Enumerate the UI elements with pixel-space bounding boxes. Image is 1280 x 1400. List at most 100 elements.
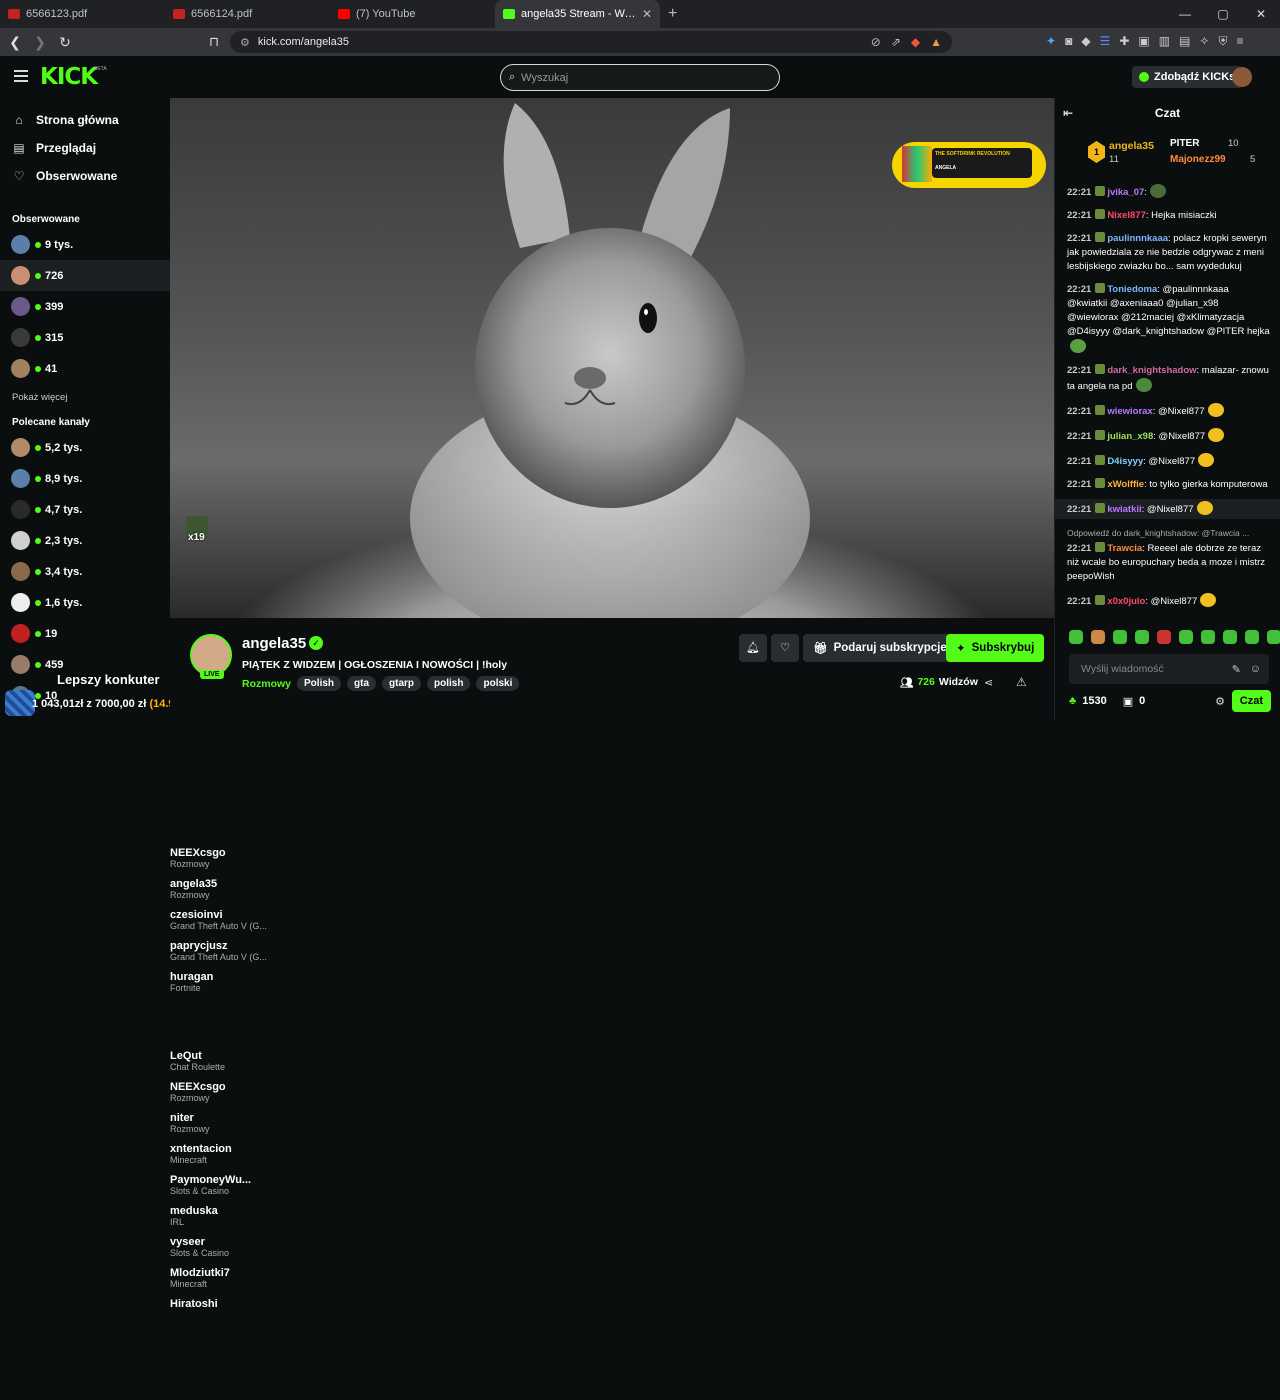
browser-tab-4[interactable]: angela35 Stream - Watch Live✕ bbox=[495, 0, 660, 28]
vpn-icon[interactable]: ⛨ bbox=[1218, 34, 1227, 49]
tag[interactable]: Polish bbox=[297, 676, 342, 691]
sidebar-channel[interactable]: NEEXcsgo Rozmowy 9 tys. bbox=[0, 229, 1054, 949]
message-user[interactable]: Nixel877 bbox=[1107, 210, 1146, 221]
extension-icon[interactable]: ☰ bbox=[1100, 34, 1111, 49]
message-user[interactable]: dark_knightshadow bbox=[1107, 365, 1196, 376]
chat-input[interactable]: Wyślij wiadomość ✎ ☺ bbox=[1069, 654, 1269, 684]
chat-message[interactable]: 22:21 Trawcia: Reeeel ale dobrze ze teraz… bbox=[1055, 540, 1280, 586]
browser-tab-2[interactable]: 6566124.pdf bbox=[165, 0, 330, 28]
sidebar-item-following[interactable]: ♡ Obserwowane bbox=[0, 162, 170, 190]
sidebar-channel[interactable]: vyseer Slots & Casino 19 bbox=[0, 618, 1054, 1338]
hamburger-menu-icon[interactable] bbox=[14, 70, 28, 82]
emoji-icon[interactable]: ☺ bbox=[1250, 663, 1261, 675]
show-more-link[interactable]: Pokaż więcej bbox=[0, 392, 170, 403]
site-info-icon[interactable]: ⚙ bbox=[240, 36, 250, 49]
tag[interactable]: polski bbox=[476, 676, 520, 691]
forward-icon[interactable]: ❯ bbox=[30, 34, 50, 51]
chat-message[interactable]: 22:21 wiewiorax: @Nixel877 bbox=[1055, 401, 1280, 421]
tag[interactable]: polish bbox=[427, 676, 471, 691]
menu-icon[interactable]: ≡ bbox=[1236, 34, 1243, 49]
sidebar-channel[interactable]: xntentacion Minecraft 2,3 tys. bbox=[0, 525, 1054, 1245]
share-icon[interactable]: ⇗ bbox=[891, 35, 901, 49]
user-avatar[interactable] bbox=[1232, 67, 1252, 87]
sidebar-channel[interactable]: NEEXcsgo Rozmowy 8,9 tys. bbox=[0, 463, 1054, 1183]
browser-tab-1[interactable]: 6566123.pdf bbox=[0, 0, 165, 28]
message-user[interactable]: wiewiorax bbox=[1107, 406, 1152, 417]
translate-icon[interactable]: ✎ bbox=[1232, 663, 1241, 676]
sidebar-channel[interactable]: meduska IRL 1,6 tys. bbox=[0, 587, 1054, 1307]
maximize-icon[interactable]: ▢ bbox=[1204, 0, 1242, 28]
emote-icon[interactable] bbox=[1267, 630, 1280, 644]
points-value[interactable]: 1530 bbox=[1082, 695, 1106, 707]
emote-icon[interactable] bbox=[1179, 630, 1193, 644]
chat-message[interactable]: 22:21 paulinnnkaaa: polacz kropki seweryn… bbox=[1055, 230, 1280, 276]
message-user[interactable]: kwiatkii bbox=[1107, 504, 1141, 515]
bookmark-icon[interactable]: ⊓ bbox=[209, 34, 219, 50]
emote-icon[interactable] bbox=[1069, 630, 1083, 644]
extension-icon[interactable]: ◙ bbox=[1065, 34, 1072, 49]
chat-message[interactable]: 22:21 kwiatkii: @Nixel877 bbox=[1055, 499, 1280, 519]
follow-button[interactable]: ♡ bbox=[771, 634, 799, 662]
chat-message[interactable]: 22:21xWolffie: czego tu gratulowac bbox=[1055, 616, 1280, 618]
browser-tab-3[interactable]: (7) YouTube bbox=[330, 0, 495, 28]
emote-icon[interactable] bbox=[1157, 630, 1171, 644]
third-name[interactable]: Majonezz99 bbox=[1170, 154, 1226, 165]
minimize-icon[interactable]: — bbox=[1166, 0, 1204, 28]
sidebar-channel[interactable]: paprycjusz Grand Theft Auto V (G... 315 bbox=[0, 322, 1054, 1042]
tag[interactable]: gtarp bbox=[382, 676, 422, 691]
sidebar-channel[interactable]: huragan Fortnite 41 bbox=[0, 353, 1054, 1073]
back-icon[interactable]: ❮ bbox=[5, 34, 25, 51]
sidebar-item-browse[interactable]: ▤ Przeglądaj bbox=[0, 134, 170, 162]
message-user[interactable]: x0x0julo bbox=[1107, 596, 1145, 607]
message-user[interactable]: jvika_07 bbox=[1107, 187, 1144, 198]
chat-message[interactable]: 22:21 jvika_07: bbox=[1055, 182, 1280, 202]
chat-message[interactable]: 22:21 xWolffie: to tylko gierka komputero… bbox=[1055, 476, 1280, 494]
sidebar-channel[interactable]: angela35 Rozmowy 726 bbox=[0, 260, 1054, 980]
chat-message[interactable]: 22:21 Nixel877: Hejka misiaczki bbox=[1055, 207, 1280, 225]
extension-icon[interactable]: ▣ bbox=[1138, 34, 1149, 49]
ai-icon[interactable]: ✧ bbox=[1199, 34, 1209, 49]
emote-icon[interactable] bbox=[1113, 630, 1127, 644]
address-bar[interactable]: ⚙ kick.com/angela35 ⊘ ⇗ ◆ ▲ bbox=[230, 31, 952, 53]
chat-message[interactable]: 22:21 julian_x98: @Nixel877 bbox=[1055, 426, 1280, 446]
sidebar-channel[interactable]: czesioinvi Grand Theft Auto V (G... 399 bbox=[0, 291, 1054, 1011]
sidebar-channel[interactable]: LeQut Chat Roulette 5,2 tys. bbox=[0, 432, 1054, 1152]
chat-message[interactable]: 22:21 Toniedoma: @paulinnnkaaa @kwiatkii … bbox=[1055, 281, 1280, 357]
new-tab-button[interactable]: + bbox=[668, 5, 677, 23]
chat-settings-icon[interactable]: ⚙ bbox=[1215, 695, 1225, 708]
video-player[interactable]: THE SOFTDRINK REVOLUTION ANGELA x19 bbox=[170, 98, 1054, 618]
message-user[interactable]: D4isyyy bbox=[1107, 456, 1143, 467]
sidebar-channel[interactable]: niter Rozmowy 4,7 tys. bbox=[0, 494, 1054, 1214]
leader-name[interactable]: angela35 bbox=[1109, 140, 1154, 152]
send-chat-button[interactable]: Czat bbox=[1231, 690, 1271, 712]
reload-icon[interactable]: ↻ bbox=[55, 34, 75, 51]
kick-logo[interactable]: KICK bbox=[40, 64, 98, 90]
category-link[interactable]: Rozmowy bbox=[242, 678, 291, 690]
message-user[interactable]: Toniedoma bbox=[1107, 284, 1157, 295]
emote-icon[interactable] bbox=[1223, 630, 1237, 644]
message-user[interactable]: xWolffie bbox=[1107, 479, 1144, 490]
chat-message[interactable]: 22:21 D4isyyy: @Nixel877 bbox=[1055, 451, 1280, 471]
report-icon[interactable]: ⚠ bbox=[1016, 675, 1027, 689]
extension-icon[interactable]: ✦ bbox=[1046, 34, 1056, 49]
get-kicks-button[interactable]: Zdobądź KICKs bbox=[1132, 66, 1243, 88]
tag[interactable]: gta bbox=[347, 676, 377, 691]
collapse-chat-icon[interactable]: ⇤ bbox=[1063, 106, 1073, 120]
sidebar-item-home[interactable]: ⌂ Strona główna bbox=[0, 106, 170, 134]
puzzle-icon[interactable]: ✚ bbox=[1119, 34, 1129, 49]
gifts-value[interactable]: 0 bbox=[1139, 695, 1145, 707]
sidebar-channel[interactable]: PaymoneyWu... Slots & Casino 3,4 tys. bbox=[0, 556, 1054, 1276]
subscribe-button[interactable]: ✦ Subskrybuj bbox=[946, 634, 1045, 662]
chat-message[interactable]: 22:21 dark_knightshadow: malazar- znowu t… bbox=[1055, 362, 1280, 396]
close-tab-icon[interactable]: ✕ bbox=[642, 7, 652, 21]
chat-message[interactable]: 22:21 x0x0julo: @Nixel877 bbox=[1055, 591, 1280, 611]
notification-bell-button[interactable]: 🔔︎ bbox=[739, 634, 767, 662]
sidebar-icon[interactable]: ▥ bbox=[1159, 34, 1170, 49]
message-user[interactable]: julian_x98 bbox=[1107, 431, 1153, 442]
second-name[interactable]: PITER bbox=[1170, 138, 1199, 149]
streamer-name[interactable]: angela35 bbox=[242, 635, 306, 652]
brave-shield-icon[interactable]: ◆ bbox=[911, 35, 920, 49]
gift-subscription-button[interactable]: 🎁︎ Podaruj subskrypcje bbox=[803, 634, 957, 662]
extension-icon[interactable]: ◆ bbox=[1081, 34, 1090, 49]
close-window-icon[interactable]: ✕ bbox=[1242, 0, 1280, 28]
